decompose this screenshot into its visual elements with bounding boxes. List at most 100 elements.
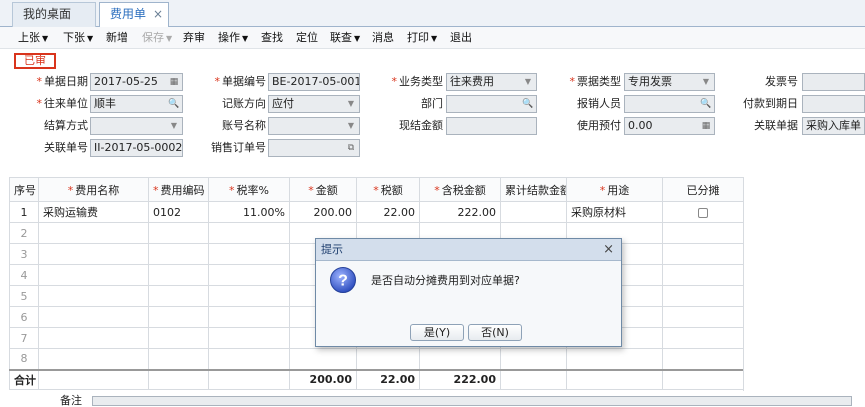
- table-cell[interactable]: [662, 348, 744, 370]
- table-cell[interactable]: [662, 327, 744, 349]
- required-marker: *: [373, 183, 379, 197]
- table-cell[interactable]: [500, 201, 567, 223]
- table-cell[interactable]: 200.00: [289, 201, 357, 223]
- locate-button[interactable]: 定位: [296, 27, 318, 49]
- column-header[interactable]: * 税额: [356, 177, 420, 202]
- column-header[interactable]: 序号: [9, 177, 39, 202]
- unapprove-button[interactable]: 弃审: [183, 27, 205, 49]
- table-cell[interactable]: [208, 222, 290, 244]
- new-button[interactable]: 新增: [106, 27, 128, 49]
- column-header[interactable]: * 用途: [566, 177, 663, 202]
- table-cell[interactable]: [662, 285, 744, 307]
- table-cell[interactable]: [148, 222, 209, 244]
- invoice-type-select[interactable]: 专用发票 ▼: [624, 73, 715, 91]
- operations-button[interactable]: 操作 ▼: [218, 27, 248, 49]
- partner-field[interactable]: 顺丰 🔍: [90, 95, 183, 113]
- prepay-field[interactable]: 0.00 ▦: [624, 117, 715, 135]
- column-header[interactable]: 已分摊: [662, 177, 744, 202]
- print-button[interactable]: 打印 ▼: [407, 27, 437, 49]
- table-cell[interactable]: [148, 327, 209, 349]
- table-cell[interactable]: 11.00%: [208, 201, 290, 223]
- table-cell[interactable]: [38, 348, 149, 370]
- table-cell[interactable]: [289, 348, 357, 370]
- table-cell[interactable]: [662, 243, 744, 265]
- dept-field[interactable]: 🔍: [446, 95, 537, 113]
- doc-date-field[interactable]: 2017-05-25 ▦: [90, 73, 183, 91]
- direction-select[interactable]: 应付 ▼: [268, 95, 360, 113]
- table-cell[interactable]: [38, 264, 149, 286]
- table-cell[interactable]: [208, 306, 290, 328]
- cash-amount-field[interactable]: [446, 117, 537, 135]
- table-row[interactable]: 1 采购运输费 0102 11.00% 200.00 22.00 222.00 采购原材料: [9, 201, 744, 223]
- account-select[interactable]: ▼: [268, 117, 360, 135]
- table-cell[interactable]: [148, 306, 209, 328]
- column-header[interactable]: * 含税金额: [419, 177, 501, 202]
- table-cell[interactable]: [662, 201, 744, 223]
- table-cell[interactable]: [148, 243, 209, 265]
- column-header[interactable]: * 费用名称: [38, 177, 149, 202]
- no-button[interactable]: 否(N): [468, 324, 522, 341]
- due-date-field[interactable]: [802, 95, 865, 113]
- query-button[interactable]: 联查 ▼: [330, 27, 360, 49]
- related-no-field[interactable]: II-2017-05-0002: [90, 139, 183, 157]
- table-row[interactable]: 8: [9, 348, 744, 370]
- doc-no-field[interactable]: BE-2017-05-0012: [268, 73, 360, 91]
- search-icon[interactable]: 🔍: [699, 97, 713, 111]
- table-cell[interactable]: [662, 264, 744, 286]
- link-icon[interactable]: ⧉: [344, 141, 358, 155]
- table-cell[interactable]: 采购原材料: [566, 201, 663, 223]
- allocated-checkbox[interactable]: [698, 207, 708, 218]
- table-cell[interactable]: 0102: [148, 201, 209, 223]
- calculator-icon[interactable]: ▦: [699, 119, 713, 133]
- sales-order-field[interactable]: ⧉: [268, 139, 360, 157]
- table-cell[interactable]: [208, 243, 290, 265]
- search-icon[interactable]: 🔍: [521, 97, 535, 111]
- prev-button[interactable]: 上张 ▼: [18, 27, 48, 49]
- table-cell[interactable]: [148, 348, 209, 370]
- related-doc-field[interactable]: 采购入库单: [802, 117, 865, 135]
- tab-my-desktop[interactable]: 我的桌面: [12, 2, 96, 27]
- biz-type-select[interactable]: 往来费用 ▼: [446, 73, 537, 91]
- table-cell[interactable]: 采购运输费: [38, 201, 149, 223]
- table-cell[interactable]: [208, 327, 290, 349]
- table-cell[interactable]: [38, 327, 149, 349]
- save-button[interactable]: 保存 ▼: [142, 27, 172, 49]
- table-cell[interactable]: [38, 285, 149, 307]
- table-cell[interactable]: [208, 264, 290, 286]
- column-header[interactable]: * 税率%: [208, 177, 290, 202]
- column-header[interactable]: * 金额: [289, 177, 357, 202]
- table-cell[interactable]: [566, 348, 663, 370]
- table-cell[interactable]: [148, 285, 209, 307]
- reimburser-field[interactable]: 🔍: [624, 95, 715, 113]
- table-cell[interactable]: 22.00: [356, 201, 420, 223]
- column-header-label: 已分摊: [686, 183, 720, 197]
- column-header[interactable]: * 费用编码: [148, 177, 209, 202]
- close-icon[interactable]: ×: [603, 240, 614, 260]
- table-cell[interactable]: [419, 348, 501, 370]
- settle-method-select[interactable]: ▼: [90, 117, 183, 135]
- remark-field[interactable]: [92, 396, 852, 406]
- table-cell[interactable]: [208, 348, 290, 370]
- table-cell[interactable]: [208, 285, 290, 307]
- close-icon[interactable]: ×: [153, 3, 163, 26]
- invoice-no-field[interactable]: [802, 73, 865, 91]
- find-button[interactable]: 查找: [261, 27, 283, 49]
- table-cell[interactable]: [38, 306, 149, 328]
- table-cell[interactable]: [662, 222, 744, 244]
- table-cell[interactable]: 222.00: [419, 201, 501, 223]
- due-date-label: 付款到期日: [743, 97, 798, 110]
- tab-expense-doc[interactable]: 费用单 ×: [99, 2, 169, 28]
- table-cell[interactable]: [38, 222, 149, 244]
- table-cell[interactable]: [662, 306, 744, 328]
- table-cell[interactable]: [356, 348, 420, 370]
- table-cell[interactable]: [38, 243, 149, 265]
- table-cell[interactable]: [500, 348, 567, 370]
- exit-button[interactable]: 退出: [450, 27, 472, 49]
- yes-button[interactable]: 是(Y): [410, 324, 464, 341]
- calendar-icon[interactable]: ▦: [167, 75, 181, 89]
- table-cell[interactable]: [148, 264, 209, 286]
- column-header[interactable]: 累计结款金额: [500, 177, 567, 202]
- next-button[interactable]: 下张 ▼: [63, 27, 93, 49]
- search-icon[interactable]: 🔍: [167, 97, 181, 111]
- message-button[interactable]: 消息: [372, 27, 394, 49]
